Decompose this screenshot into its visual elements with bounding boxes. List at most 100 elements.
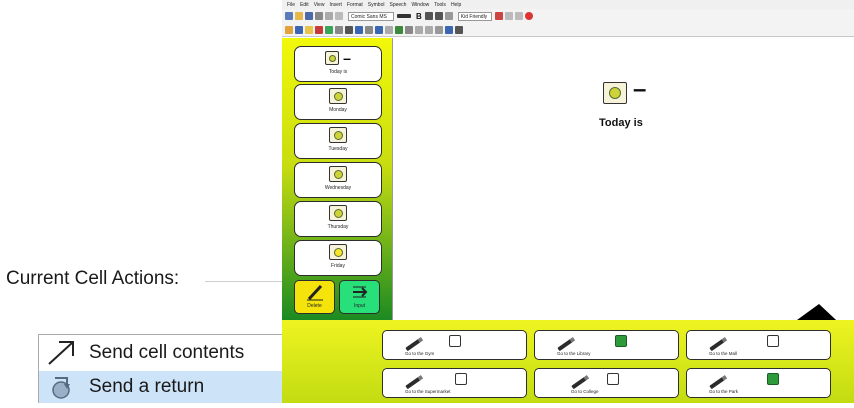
day-label: Wednesday [324,185,352,191]
font-name-select[interactable]: Comic Sans MS [348,11,394,21]
place-cell-mall[interactable]: Go to the Mall [686,330,831,360]
arrow-left-icon[interactable] [415,25,423,34]
heart-icon[interactable] [315,25,323,34]
style-icon[interactable] [455,25,463,34]
day-cell-wednesday[interactable]: Wednesday [294,162,382,198]
new-icon[interactable] [285,12,293,20]
wednesday-icon [329,166,347,182]
menu-file[interactable]: File [287,2,295,8]
menu-help[interactable]: Help [451,2,461,8]
gym-icon [449,335,461,347]
table-icon[interactable] [335,25,343,34]
today-is-cell[interactable]: – Today is [294,46,382,82]
print-icon[interactable] [315,12,323,20]
stop-icon[interactable] [524,12,533,20]
action-label: Send cell contents [89,342,245,363]
undo-icon[interactable] [494,12,503,20]
arrange-icon[interactable] [405,25,413,34]
bold-button[interactable]: B [416,12,422,21]
pencil-icon [405,376,421,390]
tuesday-icon [329,127,347,143]
place-cell-college[interactable]: Go to College [534,368,679,398]
place-cell-library[interactable]: Go to the Library [534,330,679,360]
columns-icon[interactable] [375,25,383,34]
menu-window[interactable]: Window [411,2,429,8]
layout-icon[interactable] [345,25,353,34]
pencil-tool-icon[interactable] [285,25,293,34]
pencil-icon [709,376,725,390]
pencil-icon [571,376,587,390]
college-icon [607,373,619,385]
menu-bar: File Edit View Insert Format Symbol Spee… [282,0,854,9]
place-label: Go to the Mall [709,351,738,356]
formatting-toolbar: Comic Sans MS B Kid Friendly [282,9,854,23]
friday-icon [329,244,347,260]
today-is-label: Today is [328,69,348,75]
day-cell-friday[interactable]: Friday [294,240,382,276]
pencil-icon [557,338,573,352]
open-icon[interactable] [295,12,303,20]
day-sidebar: – Today is Monday Tuesday Wednesday Thur… [282,38,392,320]
menu-view[interactable]: View [314,2,325,8]
grid-icon[interactable] [295,25,303,34]
pencil-icon [405,338,421,352]
message-area[interactable]: – Today is [392,38,854,358]
menu-insert[interactable]: Insert [329,2,342,8]
eraser-icon [306,284,323,301]
delete-button[interactable]: Delete [294,280,335,314]
align-icon[interactable] [444,12,453,20]
day-cell-thursday[interactable]: Thursday [294,201,382,237]
fill-icon[interactable] [395,25,403,34]
italic-icon[interactable] [424,12,433,20]
library-icon [615,335,627,347]
pencil-icon [709,338,725,352]
supermarket-icon [455,373,467,385]
day-cell-tuesday[interactable]: Tuesday [294,123,382,159]
image-icon[interactable] [325,25,333,34]
day-label: Monday [329,107,347,113]
place-cell-gym[interactable]: Go to the Gym [382,330,527,360]
cells-icon[interactable] [355,25,363,34]
save-icon[interactable] [305,12,313,20]
park-icon [767,373,779,385]
grid-lines-icon[interactable] [435,25,443,34]
menu-speech[interactable]: Speech [389,2,406,8]
message-dash: – [633,76,647,103]
place-label: Go to the Library [557,351,591,356]
menu-format[interactable]: Format [347,2,363,8]
menu-symbol[interactable]: Symbol [368,2,385,8]
action-label: Send a return [89,376,205,397]
redo-icon[interactable] [504,12,513,20]
place-cell-supermarket[interactable]: Go to the Supermarket [382,368,527,398]
day-label: Tuesday [328,146,348,152]
rows-icon[interactable] [365,25,373,34]
action-send-a-return[interactable]: Send a return [39,371,299,403]
calendar-icon [603,82,627,104]
current-cell-actions-title: Current Cell Actions: [6,268,180,289]
folder-icon[interactable] [305,25,313,34]
zoom-icon[interactable] [514,12,523,20]
font-size-select[interactable]: Kid Friendly [457,11,492,21]
color-bar-icon[interactable] [397,14,411,18]
arrow-right-icon[interactable] [425,25,433,34]
menu-tools[interactable]: Tools [434,2,446,8]
action-send-cell-contents[interactable]: Send cell contents [39,337,299,369]
underline-icon[interactable] [434,12,443,20]
copy-icon[interactable] [335,12,343,20]
thursday-icon [329,205,347,221]
place-label: Go to the Gym [405,351,435,356]
menu-edit[interactable]: Edit [300,2,309,8]
monday-icon [329,88,347,104]
calendar-icon [325,51,340,65]
day-label: Thursday [327,224,349,230]
cell-actions-list: Send cell contents Send a return [38,334,299,403]
place-cell-park[interactable]: Go to the Park [686,368,831,398]
input-button[interactable]: Input [339,280,380,314]
spacing-icon[interactable] [445,25,453,34]
mall-icon [767,335,779,347]
border-icon[interactable] [385,25,393,34]
day-cell-monday[interactable]: Monday [294,84,382,120]
cut-icon[interactable] [325,12,333,20]
app-window: File Edit View Insert Format Symbol Spee… [282,0,854,403]
message-text: Today is [599,117,643,129]
